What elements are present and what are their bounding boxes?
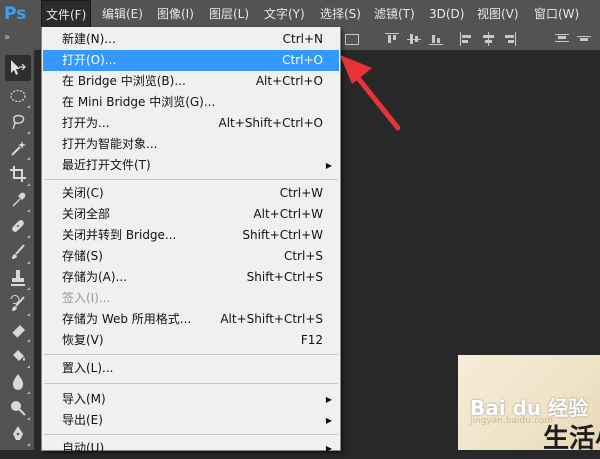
annotation-arrow — [340, 55, 401, 131]
